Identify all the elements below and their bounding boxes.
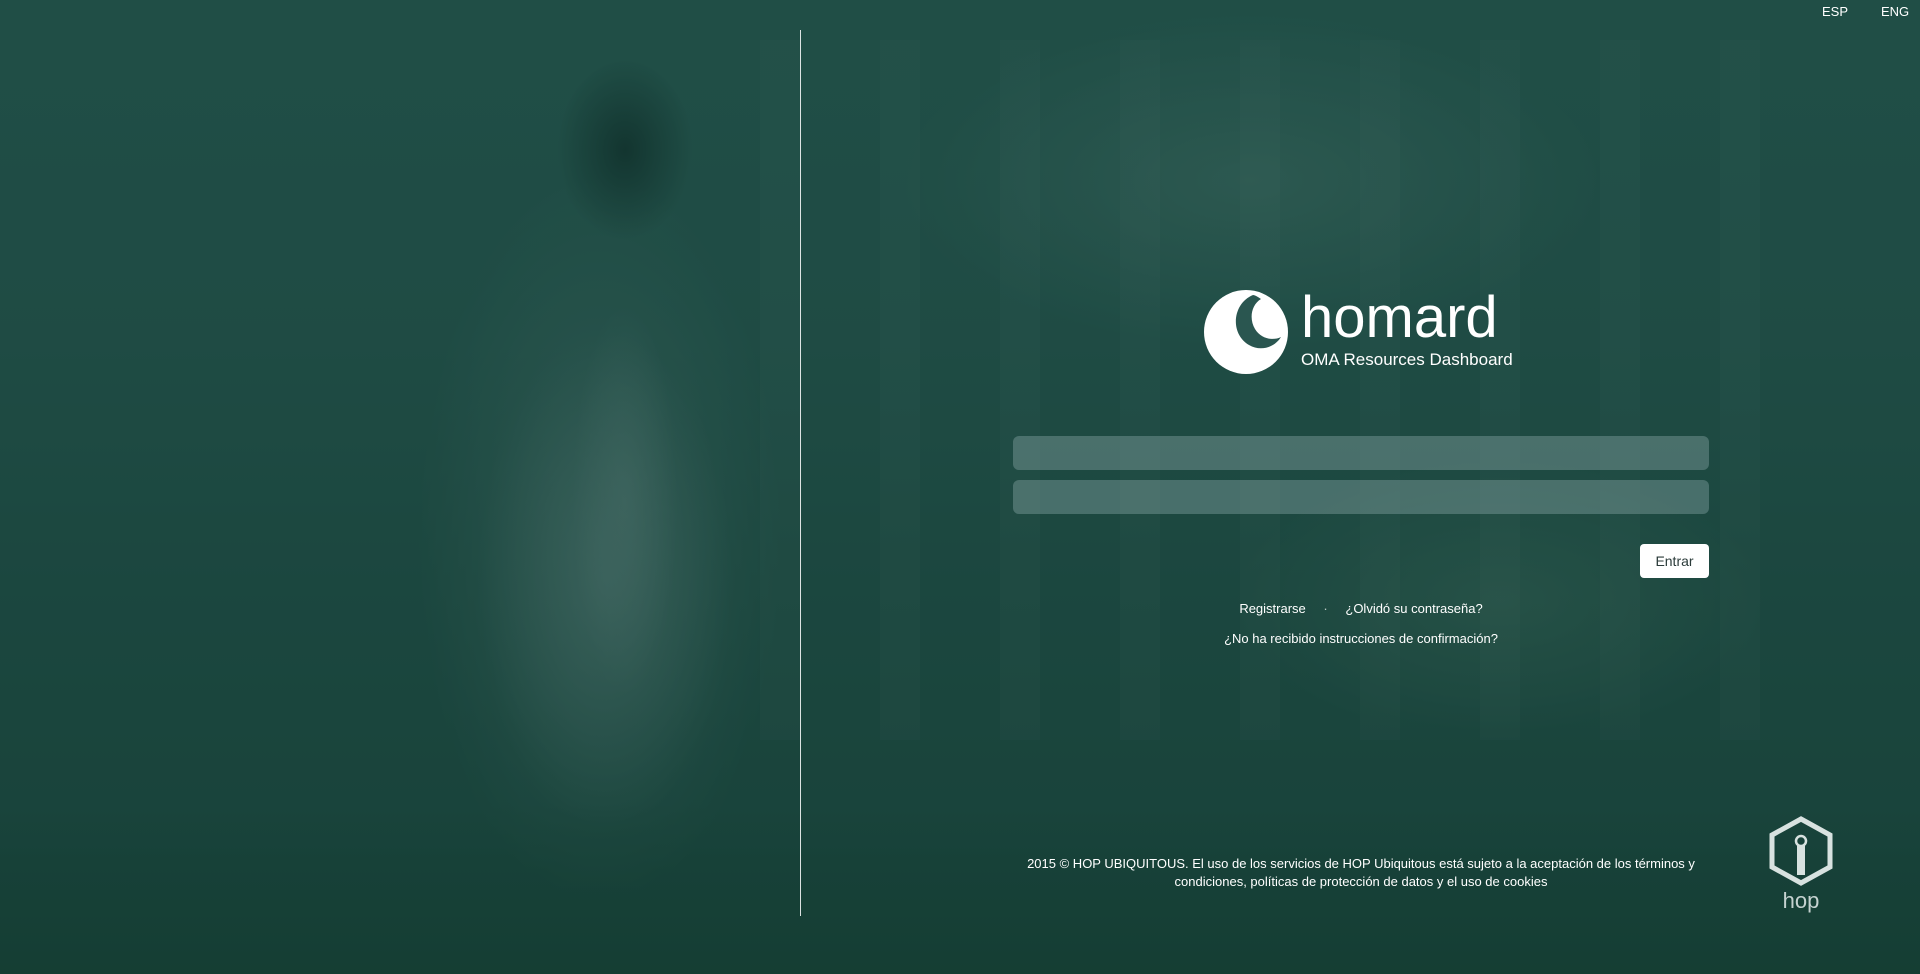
username-field[interactable] bbox=[1013, 436, 1709, 470]
footer-line-1: 2015 © HOP UBIQUITOUS. El uso de los ser… bbox=[1027, 856, 1695, 871]
login-page: ESP ENG homard OMA Resources Dashboard E… bbox=[0, 0, 1920, 974]
forgot-password-link[interactable]: ¿Olvidó su contraseña? bbox=[1345, 601, 1482, 616]
register-link[interactable]: Registrarse bbox=[1239, 601, 1305, 616]
vertical-divider bbox=[800, 30, 801, 916]
auth-links: Registrarse · ¿Olvidó su contraseña? bbox=[1013, 601, 1709, 616]
footer-line-2: condiciones, políticas de protección de … bbox=[1174, 874, 1548, 889]
brand-name: homard bbox=[1301, 285, 1498, 350]
confirmation-instructions-link[interactable]: ¿No ha recibido instrucciones de confirm… bbox=[1224, 631, 1498, 646]
link-separator: · bbox=[1323, 601, 1328, 616]
brand-logo: homard OMA Resources Dashboard bbox=[1203, 289, 1513, 375]
login-button[interactable]: Entrar bbox=[1640, 544, 1709, 578]
hop-ubiquitous-logo-icon: hop bbox=[1769, 816, 1833, 913]
language-esp-link[interactable]: ESP bbox=[1822, 4, 1848, 19]
homard-logo-icon bbox=[1204, 290, 1288, 374]
confirmation-row: ¿No ha recibido instrucciones de confirm… bbox=[1013, 631, 1709, 646]
password-field[interactable] bbox=[1013, 480, 1709, 514]
brand-subtitle: OMA Resources Dashboard bbox=[1301, 350, 1513, 369]
language-eng-link[interactable]: ENG bbox=[1881, 4, 1909, 19]
footer-legal: 2015 © HOP UBIQUITOUS. El uso de los ser… bbox=[1013, 855, 1709, 891]
company-logo-text: hop bbox=[1783, 888, 1820, 913]
